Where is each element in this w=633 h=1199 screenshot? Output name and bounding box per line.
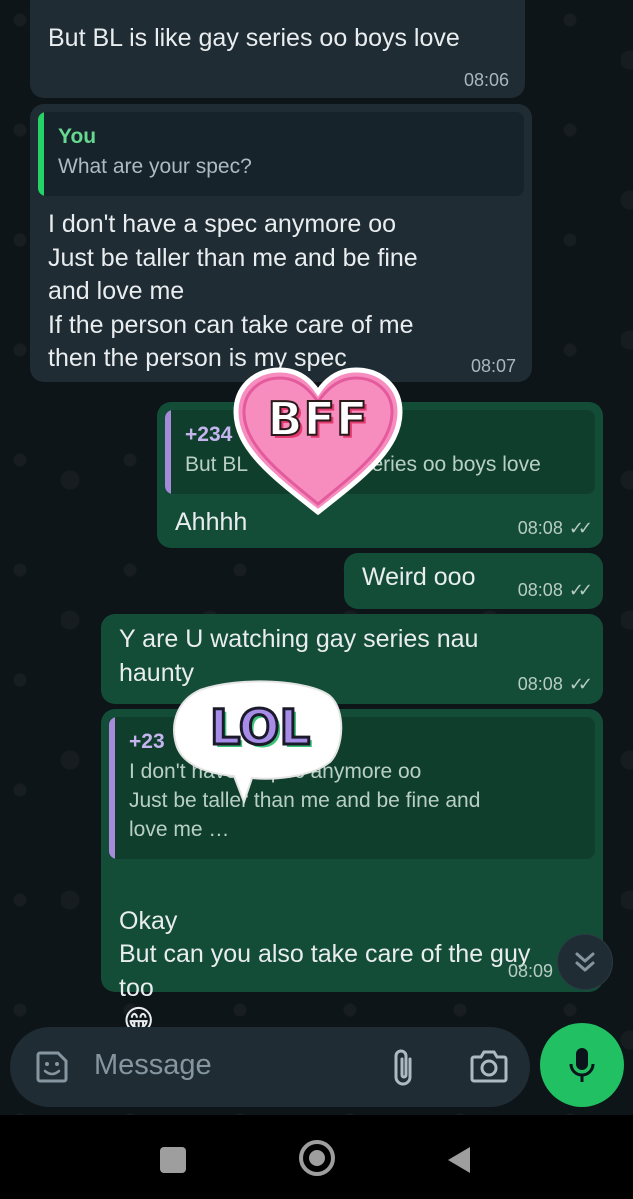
double-check-read-icon: ✓✓ (568, 518, 593, 538)
voice-record-button[interactable] (540, 1023, 624, 1107)
message-text: But BL is like gay series oo boys love (48, 24, 460, 52)
message-time: 08:08 (517, 518, 563, 538)
double-check-read-icon: ✓✓ (568, 674, 593, 694)
message-time: 08:07 (470, 356, 516, 376)
quote-accent-bar (109, 717, 115, 859)
message-text: I don't have a spec anymore oo Just be t… (48, 210, 418, 372)
camera-icon[interactable] (470, 1049, 508, 1088)
lol-speech-sticker: LOL (170, 678, 346, 808)
message-composer[interactable]: Message (10, 1027, 530, 1107)
microphone-icon (569, 1048, 595, 1082)
triangle-back-icon[interactable] (446, 1145, 472, 1180)
sticker-text: BFF (267, 391, 369, 447)
double-check-read-icon: ✓✓ (568, 580, 593, 600)
message-time: 08:09 (507, 961, 553, 981)
message-input[interactable]: Message (94, 1049, 212, 1082)
quote-text: What are your spec? (58, 155, 252, 178)
sticker-emoji-icon[interactable] (34, 1049, 70, 1090)
system-navigation-bar (0, 1115, 633, 1199)
square-recents-icon[interactable] (160, 1147, 186, 1173)
message-bubble-outgoing[interactable]: Weird ooo 08:08 ✓✓ (344, 553, 603, 609)
message-time: 08:08 (517, 674, 563, 694)
message-list[interactable]: But BL is like gay series oo boys love 0… (0, 0, 633, 1038)
message-time: 08:06 (463, 70, 509, 90)
quote-accent-bar (38, 112, 44, 196)
quoted-message[interactable]: You What are your spec? (38, 112, 524, 196)
scroll-to-bottom-button[interactable] (557, 934, 613, 990)
quote-accent-bar (165, 410, 171, 494)
message-bubble-incoming[interactable]: But BL is like gay series oo boys love 0… (30, 0, 525, 98)
paperclip-icon[interactable] (390, 1047, 418, 1092)
message-text: Okay But can you also take care of the g… (119, 906, 531, 1002)
quote-author: You (58, 125, 97, 148)
double-chevron-down-icon (575, 952, 595, 972)
circle-home-icon[interactable] (299, 1140, 335, 1176)
bff-heart-sticker: BFF (232, 366, 404, 516)
sticker-text: LOL (208, 699, 311, 758)
message-time: 08:08 (517, 580, 563, 600)
message-bubble-incoming[interactable]: You What are your spec? I don't have a s… (30, 104, 532, 382)
